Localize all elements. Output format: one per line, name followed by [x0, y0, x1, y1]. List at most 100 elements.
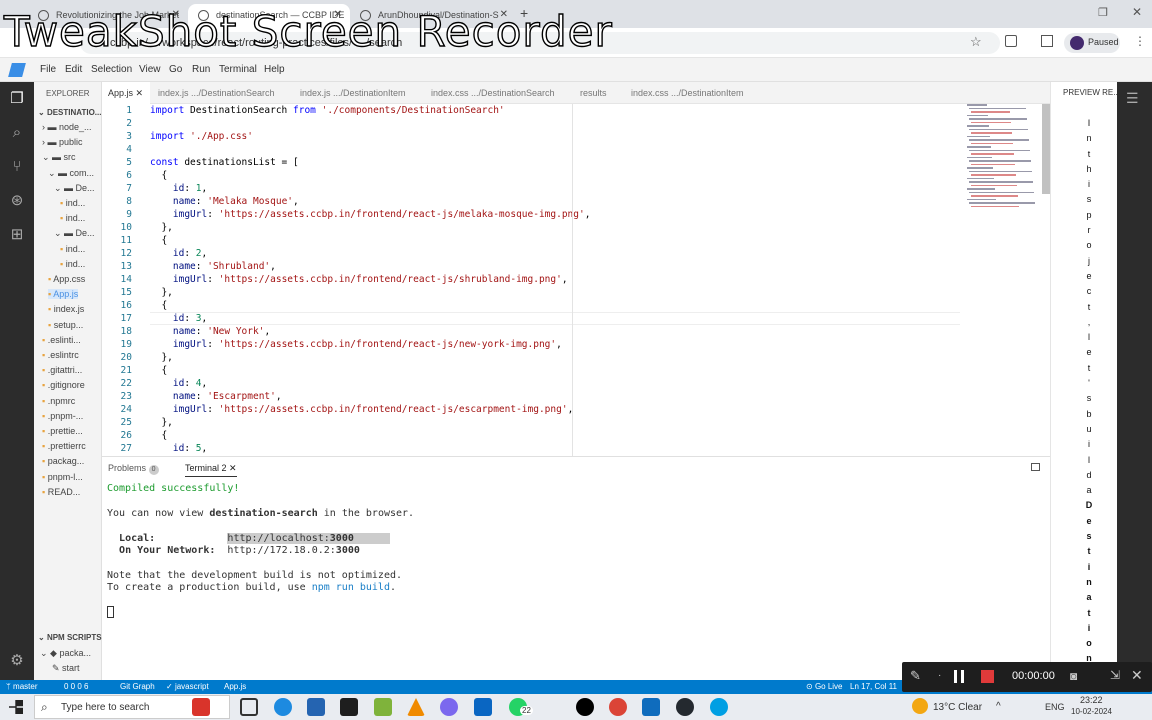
messenger-icon[interactable]	[710, 698, 728, 716]
code-line[interactable]: imgUrl: 'https://assets.ccbp.in/frontend…	[150, 339, 562, 350]
pause-icon[interactable]	[954, 670, 957, 683]
edge-icon[interactable]	[274, 698, 292, 716]
git-graph-button[interactable]: Git Graph	[120, 682, 155, 691]
camera-icon[interactable]: ◙	[1070, 669, 1077, 683]
code-line[interactable]: import './App.css'	[150, 131, 253, 142]
file-tree-item[interactable]: ▪ ind...	[60, 213, 85, 223]
file-tree-item[interactable]: ▪ .prettie...	[42, 426, 83, 436]
explorer-root[interactable]: ⌄ DESTINATIO...	[38, 108, 101, 117]
store-icon[interactable]	[307, 698, 325, 716]
clock-time[interactable]: 23:22	[1080, 695, 1103, 705]
vpn-icon[interactable]	[440, 698, 458, 716]
code-line[interactable]: name: 'New York',	[150, 326, 270, 337]
file-tree-item[interactable]: ▪ pnpm-l...	[42, 472, 83, 482]
close-window-icon[interactable]: ✕	[1132, 5, 1142, 19]
file-tree-item[interactable]: ▪ App.js	[48, 289, 79, 300]
file-tree-item[interactable]: ▪ .npmrc	[42, 396, 75, 406]
tray-chevron-icon[interactable]: ^	[996, 701, 1001, 712]
more-menu-icon[interactable]: ⋮	[1134, 34, 1146, 48]
extensions-icon[interactable]: ⊞	[8, 226, 26, 244]
dot-icon[interactable]: ·	[938, 670, 941, 681]
dragon-app-icon[interactable]	[192, 698, 210, 716]
menu-terminal[interactable]: Terminal	[219, 64, 257, 75]
file-tree-item[interactable]: ⌄ ▬ com...	[48, 168, 94, 179]
menu-edit[interactable]: Edit	[65, 64, 82, 75]
code-line[interactable]: id: 2,	[150, 248, 207, 259]
menu-go[interactable]: Go	[169, 64, 182, 75]
source-control-icon[interactable]: ⑂	[8, 158, 26, 176]
file-tree-item[interactable]: ▪ .pnpm-...	[42, 411, 83, 421]
pen-icon[interactable]: ✎	[910, 668, 921, 684]
search-icon[interactable]: ⌕	[8, 124, 26, 142]
code-line[interactable]: imgUrl: 'https://assets.ccbp.in/frontend…	[150, 209, 591, 220]
branch-indicator[interactable]: ᛘ master	[6, 682, 37, 691]
code-line[interactable]: name: 'Shrubland',	[150, 261, 276, 272]
code-line[interactable]: {	[150, 430, 167, 441]
hamburger-menu-icon[interactable]: ☰	[1126, 90, 1139, 107]
menu-help[interactable]: Help	[264, 64, 285, 75]
language-indicator[interactable]: ENG	[1045, 702, 1065, 712]
file-tree-item[interactable]: ▪ .gitattri...	[42, 365, 82, 375]
file-tree-item[interactable]: ⌄ ▬ src	[42, 152, 76, 163]
intellij-icon[interactable]	[340, 698, 358, 716]
code-line[interactable]: {	[150, 365, 167, 376]
go-live-button[interactable]: ⊙ Go Live	[806, 682, 843, 691]
close-recorder-icon[interactable]: ✕	[1131, 667, 1143, 684]
code-line[interactable]: imgUrl: 'https://assets.ccbp.in/frontend…	[150, 274, 568, 285]
windows-start-icon[interactable]	[9, 700, 23, 714]
explorer-icon[interactable]: ❐	[8, 90, 26, 108]
code-line[interactable]: import DestinationSearch from './compone…	[150, 105, 505, 116]
file-tree-item[interactable]: ▪ ind...	[60, 244, 85, 254]
menu-file[interactable]: File	[40, 64, 56, 75]
language-indicator[interactable]: ✓ javascript	[166, 682, 209, 691]
code-line[interactable]: {	[150, 170, 167, 181]
code-line[interactable]: },	[150, 417, 172, 428]
file-tree-item[interactable]: ▪ .prettierrc	[42, 441, 86, 451]
vlc-icon[interactable]	[407, 698, 425, 716]
code-line[interactable]: },	[150, 287, 172, 298]
npm-scripts-header[interactable]: ⌄ NPM SCRIPTS	[38, 633, 102, 642]
problems-indicator[interactable]: 0 0 0 6	[64, 682, 88, 691]
editor-tab-index-js-destinationsearch[interactable]: index.js .../DestinationSearch	[158, 82, 275, 104]
file-tree-item[interactable]: ▪ .eslintrc	[42, 350, 79, 360]
code-line[interactable]: id: 1,	[150, 183, 207, 194]
code-line[interactable]: const destinationsList = [	[150, 157, 299, 168]
tab-problems[interactable]: Problems 0	[108, 463, 159, 475]
menu-selection[interactable]: Selection	[91, 64, 132, 75]
editor-scrollbar[interactable]	[1042, 104, 1050, 194]
file-tree-item[interactable]: ▪ ind...	[60, 198, 85, 208]
file-tree-item[interactable]: ▪ setup...	[48, 320, 83, 330]
code-line[interactable]: },	[150, 222, 172, 233]
editor-tab-index-css-destinationsearch[interactable]: index.css .../DestinationSearch	[431, 82, 555, 104]
chrome-icon[interactable]	[609, 698, 627, 716]
mail-icon[interactable]	[642, 698, 660, 716]
menu-run[interactable]: Run	[192, 64, 210, 75]
clock-date[interactable]: 10-02-2024	[1071, 707, 1112, 716]
code-line[interactable]: {	[150, 235, 167, 246]
side-panel-icon[interactable]	[1041, 35, 1053, 47]
code-line[interactable]: name: 'Escarpment',	[150, 391, 282, 402]
editor-tab-app-js[interactable]: App.js ✕	[102, 82, 150, 104]
code-line[interactable]: id: 4,	[150, 378, 207, 389]
maximize-panel-icon[interactable]	[1031, 463, 1040, 471]
edit-icon[interactable]: ⇲	[1110, 668, 1120, 682]
editor-tab-index-css-destinationitem[interactable]: index.css .../DestinationItem	[631, 82, 744, 104]
code-line[interactable]: imgUrl: 'https://assets.ccbp.in/frontend…	[150, 404, 573, 415]
file-tree-item[interactable]: ⌄ ▬ De...	[54, 228, 95, 239]
code-line[interactable]: },	[150, 352, 172, 363]
minimap[interactable]	[963, 104, 1043, 224]
menu-view[interactable]: View	[139, 64, 161, 75]
task-view-icon[interactable]	[240, 698, 258, 716]
stop-icon[interactable]	[981, 670, 994, 683]
code-line[interactable]: id: 5,	[150, 443, 207, 454]
github-icon[interactable]	[676, 698, 694, 716]
weather-icon[interactable]	[912, 698, 928, 714]
editor-tab-results[interactable]: results	[580, 82, 607, 104]
settings-gear-icon[interactable]: ⚙	[8, 652, 26, 670]
restore-window-icon[interactable]: ❐	[1098, 6, 1108, 19]
file-tree-item[interactable]: ▪ READ...	[42, 487, 80, 497]
file-tree-item[interactable]: ▪ App.css	[48, 274, 85, 284]
x-icon[interactable]	[576, 698, 594, 716]
close-terminal-icon[interactable]: ✕	[229, 463, 237, 473]
file-tree-item[interactable]: ▪ .eslinti...	[42, 335, 81, 345]
